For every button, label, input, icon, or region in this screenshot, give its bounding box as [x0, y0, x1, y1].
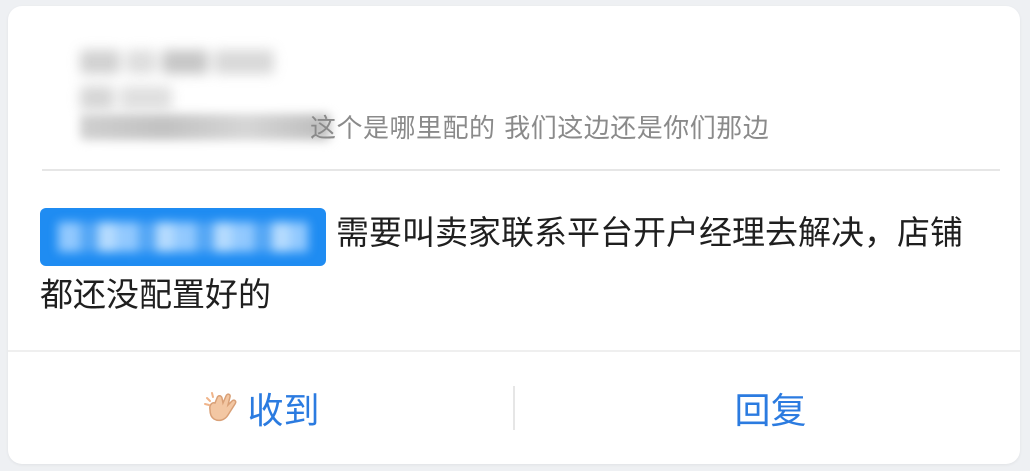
quoted-message[interactable]: 这个是哪里配的 我们这边还是你们那边 [40, 34, 1000, 154]
divider [42, 169, 1000, 171]
message-body: 需要叫卖家联系平台开户经理去解决，店铺都还没配置好的 [40, 204, 970, 324]
received-label: 收到 [247, 391, 320, 432]
quoted-prefix-redacted [80, 114, 330, 140]
reply-label: 回复 [734, 391, 807, 432]
clapping-hand-icon [201, 388, 241, 428]
action-bar: 收到 回复 [8, 352, 1020, 464]
quoted-text: 这个是哪里配的 我们这边还是你们那边 [310, 114, 770, 144]
message-card: 这个是哪里配的 我们这边还是你们那边 需要叫卖家联系平台开户经理去解决，店铺都还… [8, 6, 1020, 464]
mention-tag[interactable] [40, 208, 326, 266]
quoted-author-redacted [80, 50, 280, 116]
mention-redacted [58, 222, 308, 252]
received-button[interactable]: 收到 [8, 352, 513, 464]
reply-button[interactable]: 回复 [515, 352, 1020, 464]
